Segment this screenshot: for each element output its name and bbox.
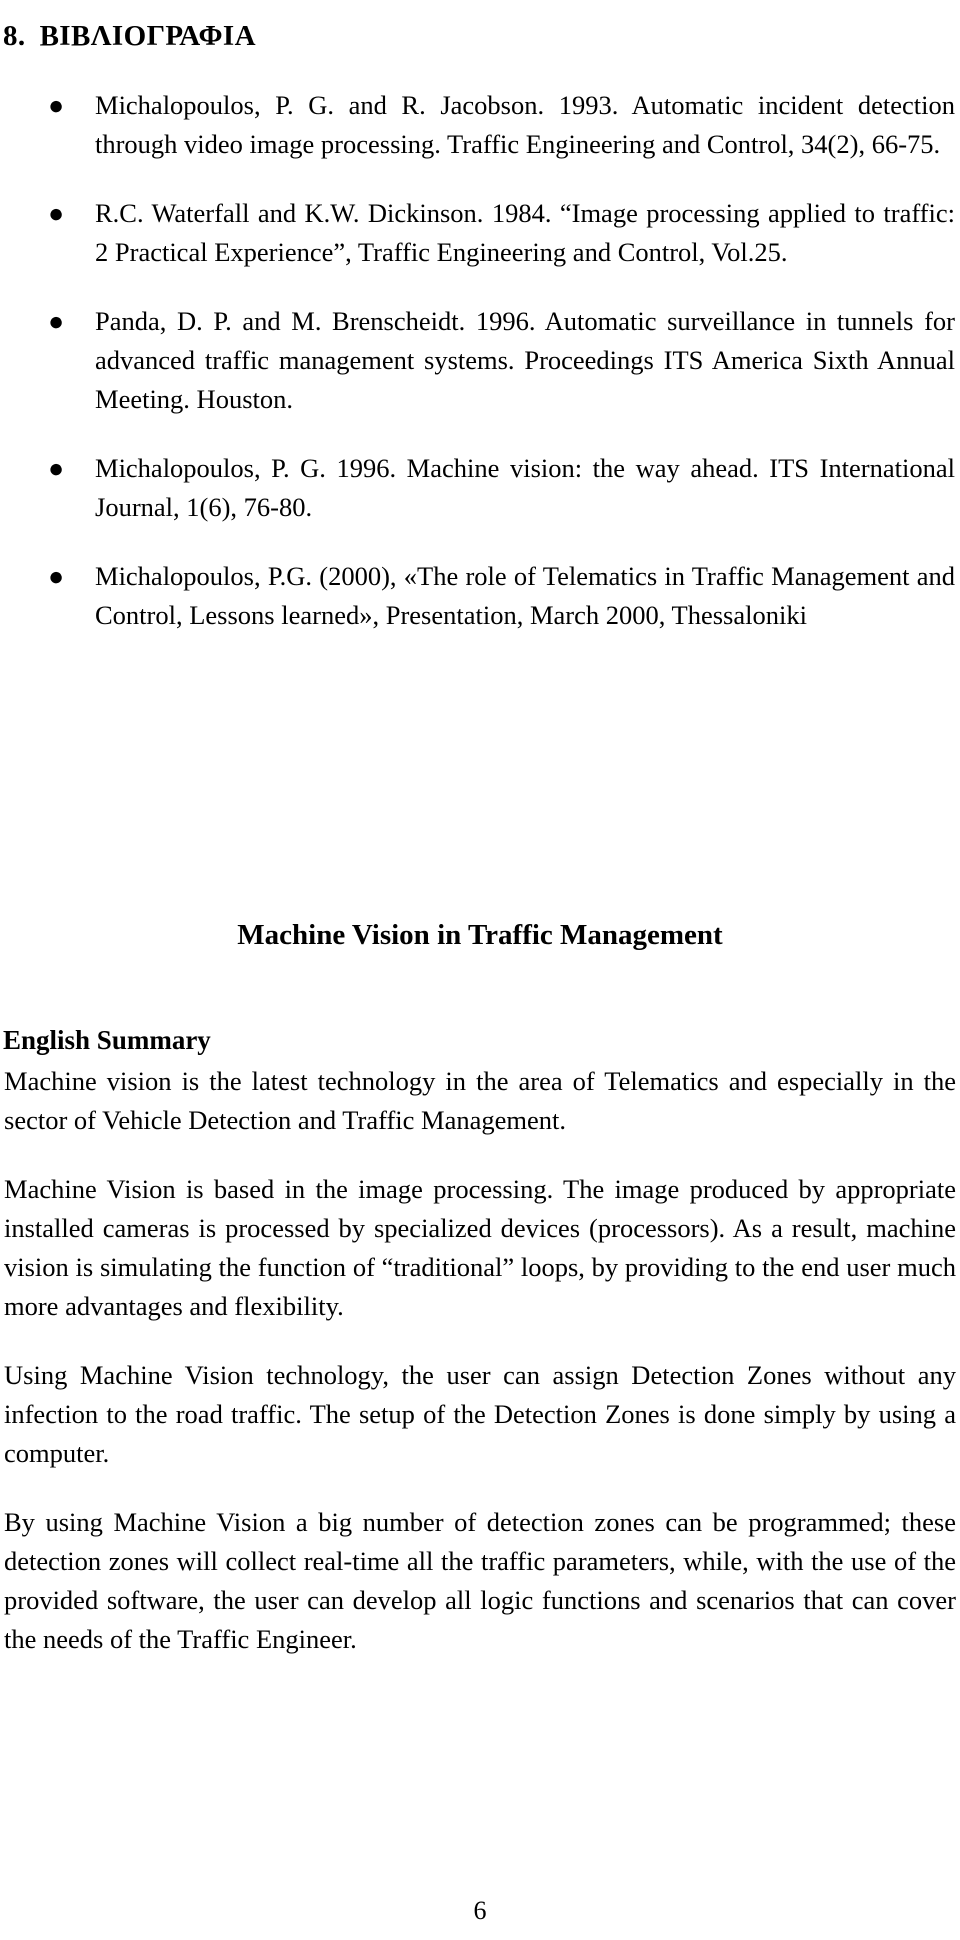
list-item: ● Michalopoulos, P.G. (2000), «The role … [0, 557, 960, 635]
section-title: ΒΙΒΛΙΟΓΡΑΦΙΑ [39, 20, 256, 53]
paragraph: Machine Vision is based in the image pro… [4, 1174, 956, 1321]
bullet-icon: ● [48, 90, 65, 120]
bullet-icon: ● [48, 453, 65, 483]
section-number: 8. [3, 20, 26, 53]
section-heading: 8. ΒΙΒΛΙΟΓΡΑΦΙΑ [3, 20, 256, 53]
summary-body: Machine vision is the latest technology … [4, 1062, 956, 1659]
bibliography-entry-text: Panda, D. P. and M. Brenscheidt. 1996. A… [95, 306, 955, 414]
bibliography-entry-text: Michalopoulos, P.G. (2000), «The role of… [95, 561, 955, 630]
bullet-icon: ● [48, 306, 65, 336]
list-item: ● R.C. Waterfall and K.W. Dickinson. 198… [0, 194, 960, 272]
paragraph: Machine vision is the latest technology … [4, 1066, 956, 1135]
list-item: ● Michalopoulos, P. G. 1996. Machine vis… [0, 449, 960, 527]
page-number: 6 [473, 1896, 487, 1926]
bullet-icon: ● [48, 561, 65, 591]
bibliography-entry-text: Michalopoulos, P. G. 1996. Machine visio… [95, 453, 955, 522]
page-title: Machine Vision in Traffic Management [237, 919, 723, 952]
bibliography-entry-text: Michalopoulos, P. G. and R. Jacobson. 19… [95, 90, 955, 159]
bullet-icon: ● [48, 198, 65, 228]
list-item: ● Michalopoulos, P. G. and R. Jacobson. … [0, 86, 960, 164]
list-item: ● Panda, D. P. and M. Brenscheidt. 1996.… [0, 302, 960, 419]
paragraph: Using Machine Vision technology, the use… [4, 1360, 956, 1468]
bibliography-entry-text: R.C. Waterfall and K.W. Dickinson. 1984.… [95, 198, 955, 267]
document-page: 8. ΒΙΒΛΙΟΓΡΑΦΙΑ ● Michalopoulos, P. G. an… [0, 0, 960, 1940]
bibliography-list: ● Michalopoulos, P. G. and R. Jacobson. … [0, 86, 960, 635]
summary-heading: English Summary [3, 1025, 211, 1055]
paragraph: By using Machine Vision a big number of … [4, 1507, 956, 1654]
